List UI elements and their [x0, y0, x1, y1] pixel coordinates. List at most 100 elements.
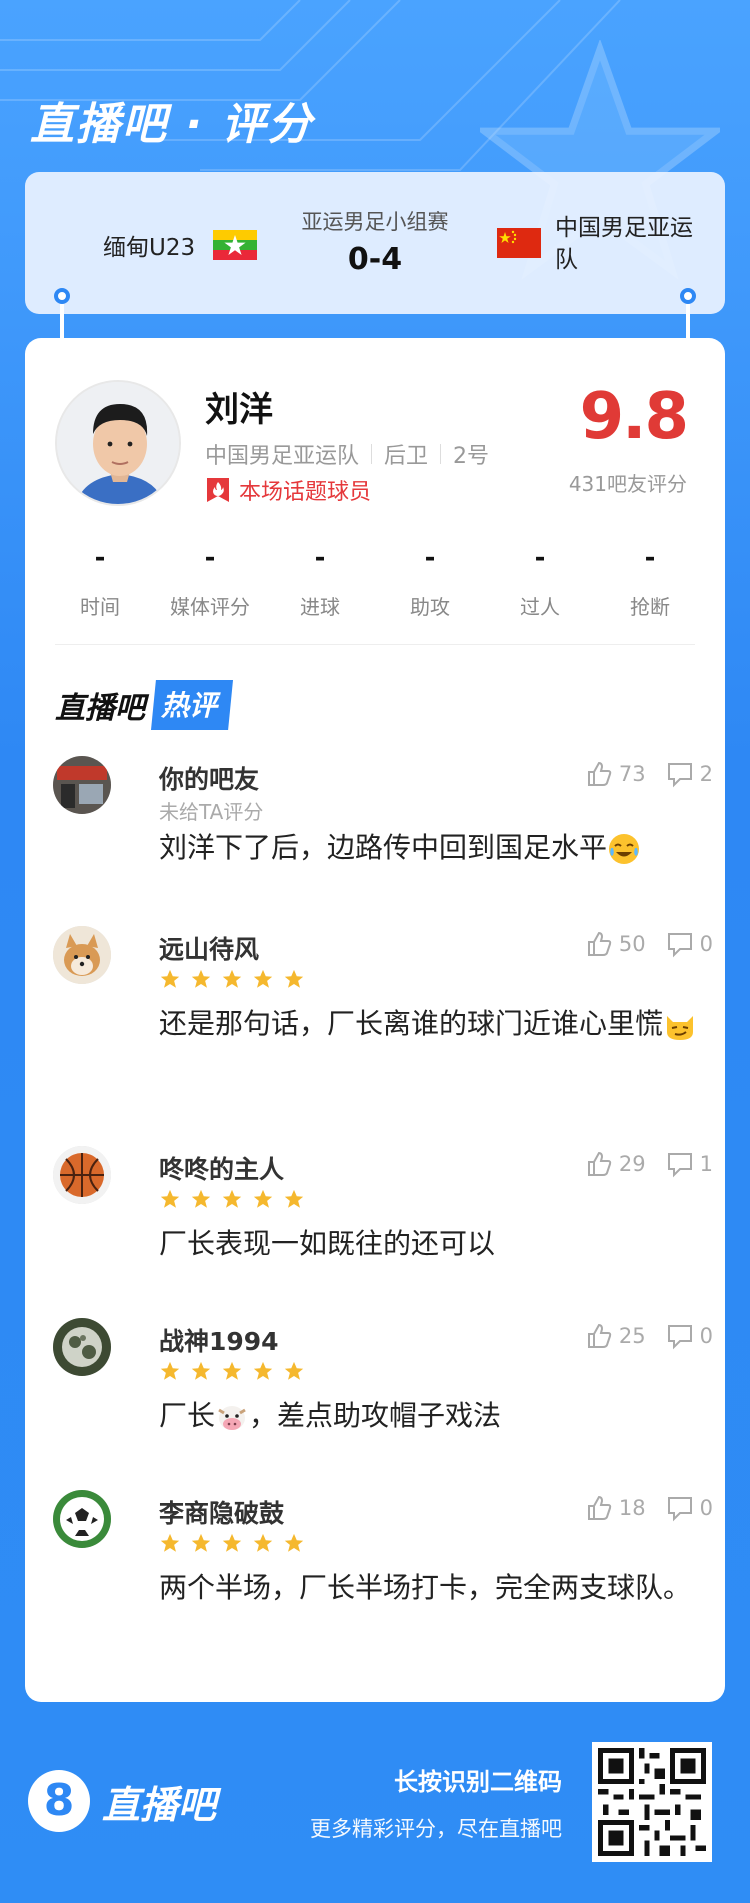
flame-icon — [207, 478, 229, 502]
reply-button[interactable]: 2 — [666, 760, 713, 788]
shiba-dog-avatar-icon — [53, 926, 111, 984]
star-icon — [253, 969, 273, 988]
comment-bubble-icon — [667, 1497, 692, 1522]
star-icon — [284, 1189, 304, 1208]
stat-media-rating: - 媒体评分 — [155, 543, 265, 620]
comment-user[interactable]: 你的吧友 — [159, 760, 259, 796]
qr-hint-title: 长按识别二维码 — [394, 1768, 562, 1796]
stat-dribbles: - 过人 — [485, 543, 595, 620]
footer-hint: 长按识别二维码 更多精彩评分，尽在直播吧 — [310, 1762, 562, 1843]
away-team[interactable]: 中国男足亚运队 — [497, 212, 705, 276]
like-button[interactable]: 73 — [585, 760, 646, 788]
player-avatar[interactable] — [55, 380, 181, 506]
comment-actions: 18 0 — [565, 1494, 713, 1522]
section-divider — [55, 644, 695, 645]
player-rating-card: 刘洋 中国男足亚运队 后卫 2号 本场话题球员 9.8 431吧友评分 - 时间… — [25, 338, 725, 1702]
star-icon — [253, 1533, 273, 1552]
reply-count: 0 — [699, 932, 713, 956]
stat-value: - — [644, 543, 656, 573]
reply-count: 0 — [699, 1496, 713, 1520]
comment-actions: 25 0 — [565, 1322, 713, 1350]
comment-bubble-icon — [667, 763, 692, 788]
soccer-ball-avatar-icon — [53, 1490, 111, 1548]
comment-text: 两个半场，厂长半场打卡，完全两支球队。 — [159, 1571, 692, 1604]
comment-avatar[interactable] — [53, 1490, 111, 1548]
smirk-cat-emoji — [667, 1016, 694, 1040]
crying-laugh-emoji — [609, 834, 640, 864]
basketball-avatar-icon — [53, 1146, 111, 1204]
comment-avatar[interactable] — [53, 1146, 111, 1204]
star-icon — [160, 1533, 180, 1552]
comment-star-rating — [159, 968, 314, 990]
reply-count: 0 — [699, 1324, 713, 1348]
hot-title-label: 热评 — [151, 680, 234, 730]
like-button[interactable]: 18 — [585, 1494, 646, 1522]
comment-body: 刘洋下了后，边路传中回到国足水平 — [159, 831, 608, 864]
camo-avatar-icon — [53, 1318, 111, 1376]
away-team-name: 中国男足亚运队 — [555, 215, 693, 273]
stat-tackles: - 抢断 — [595, 543, 705, 620]
like-count: 50 — [618, 932, 646, 956]
stat-goals: - 进球 — [265, 543, 375, 620]
logo-digit: 8 — [28, 1770, 90, 1832]
storefront-avatar-icon — [53, 756, 111, 814]
cow-emoji — [218, 1406, 246, 1430]
player-portrait-icon — [57, 382, 179, 504]
comment-no-rating: 未给TA评分 — [159, 800, 264, 824]
comment-star-rating — [159, 1188, 314, 1210]
star-icon — [160, 969, 180, 988]
comment-user[interactable]: 远山待风 — [159, 930, 259, 966]
comment-user[interactable]: 李商隐破鼓 — [159, 1494, 284, 1530]
like-button[interactable]: 50 — [585, 930, 646, 958]
comment-text: 还是那句话，厂长离谁的球门近谁心里慌 — [159, 1002, 719, 1046]
comment-item[interactable]: 你的吧友 未给TA评分 73 2 刘洋下了后，边路传中回到国足水平 — [53, 756, 713, 876]
player-number: 2号 — [453, 444, 490, 469]
stat-label: 抢断 — [630, 595, 670, 619]
hot-comments-title: 直播吧 热评 — [55, 680, 234, 730]
comment-user[interactable]: 战神1994 — [159, 1322, 279, 1358]
reply-button[interactable]: 0 — [666, 930, 713, 958]
like-button[interactable]: 25 — [585, 1322, 646, 1350]
comment-item[interactable]: 李商隐破鼓 18 0 两个半场，厂长半场打卡，完全两支球队。 — [53, 1490, 713, 1660]
brand-title: 直播吧 · 评分 — [30, 99, 314, 150]
star-icon — [253, 1189, 273, 1208]
china-flag-icon — [497, 228, 541, 258]
stats-row: - 时间 - 媒体评分 - 进球 - 助攻 - 过人 - 抢断 — [45, 543, 705, 620]
like-count: 25 — [618, 1324, 646, 1348]
comment-text: 厂长表现一如既往的还可以 — [159, 1227, 496, 1260]
thumbs-up-icon — [587, 1151, 612, 1176]
comment-avatar[interactable] — [53, 926, 111, 984]
logo-text: 直播吧 — [102, 1782, 217, 1827]
comment-item[interactable]: 远山待风 50 0 还是那句话，厂长离谁的球门近谁心里慌 — [53, 926, 713, 1096]
stat-value: - — [534, 543, 546, 573]
like-button[interactable]: 29 — [585, 1150, 646, 1178]
thumbs-up-icon — [587, 1323, 612, 1348]
reply-button[interactable]: 0 — [666, 1322, 713, 1350]
qr-code[interactable] — [592, 1742, 712, 1862]
comment-actions: 73 2 — [565, 760, 713, 788]
comment-avatar[interactable] — [53, 756, 111, 814]
hot-player-tag: 本场话题球员 — [205, 474, 371, 506]
footer-logo: 8 直播吧 — [28, 1770, 216, 1832]
star-icon — [222, 1361, 242, 1380]
star-icon — [160, 1361, 180, 1380]
star-icon — [284, 1533, 304, 1552]
stat-value: - — [424, 543, 436, 573]
reply-button[interactable]: 0 — [666, 1494, 713, 1522]
comment-item[interactable]: 战神1994 25 0 厂长 ，差点助攻帽子戏法 — [53, 1318, 713, 1438]
comment-actions: 50 0 — [565, 930, 713, 958]
star-icon — [191, 1533, 211, 1552]
comment-item[interactable]: 咚咚的主人 29 1 厂长表现一如既往的还可以 — [53, 1146, 713, 1266]
comment-body: 还是那句话，厂长离谁的球门近谁心里慌 — [159, 1007, 664, 1040]
reply-button[interactable]: 1 — [666, 1150, 713, 1178]
comment-body-start: 厂长 — [159, 1399, 216, 1432]
reply-count: 1 — [699, 1152, 713, 1176]
meta-separator — [371, 444, 373, 464]
stat-assists: - 助攻 — [375, 543, 485, 620]
player-position: 后卫 — [384, 444, 429, 469]
stat-value: - — [204, 543, 216, 573]
comment-user[interactable]: 咚咚的主人 — [159, 1150, 284, 1186]
comment-avatar[interactable] — [53, 1318, 111, 1376]
like-count: 18 — [618, 1496, 646, 1520]
thumbs-up-icon — [587, 931, 612, 956]
